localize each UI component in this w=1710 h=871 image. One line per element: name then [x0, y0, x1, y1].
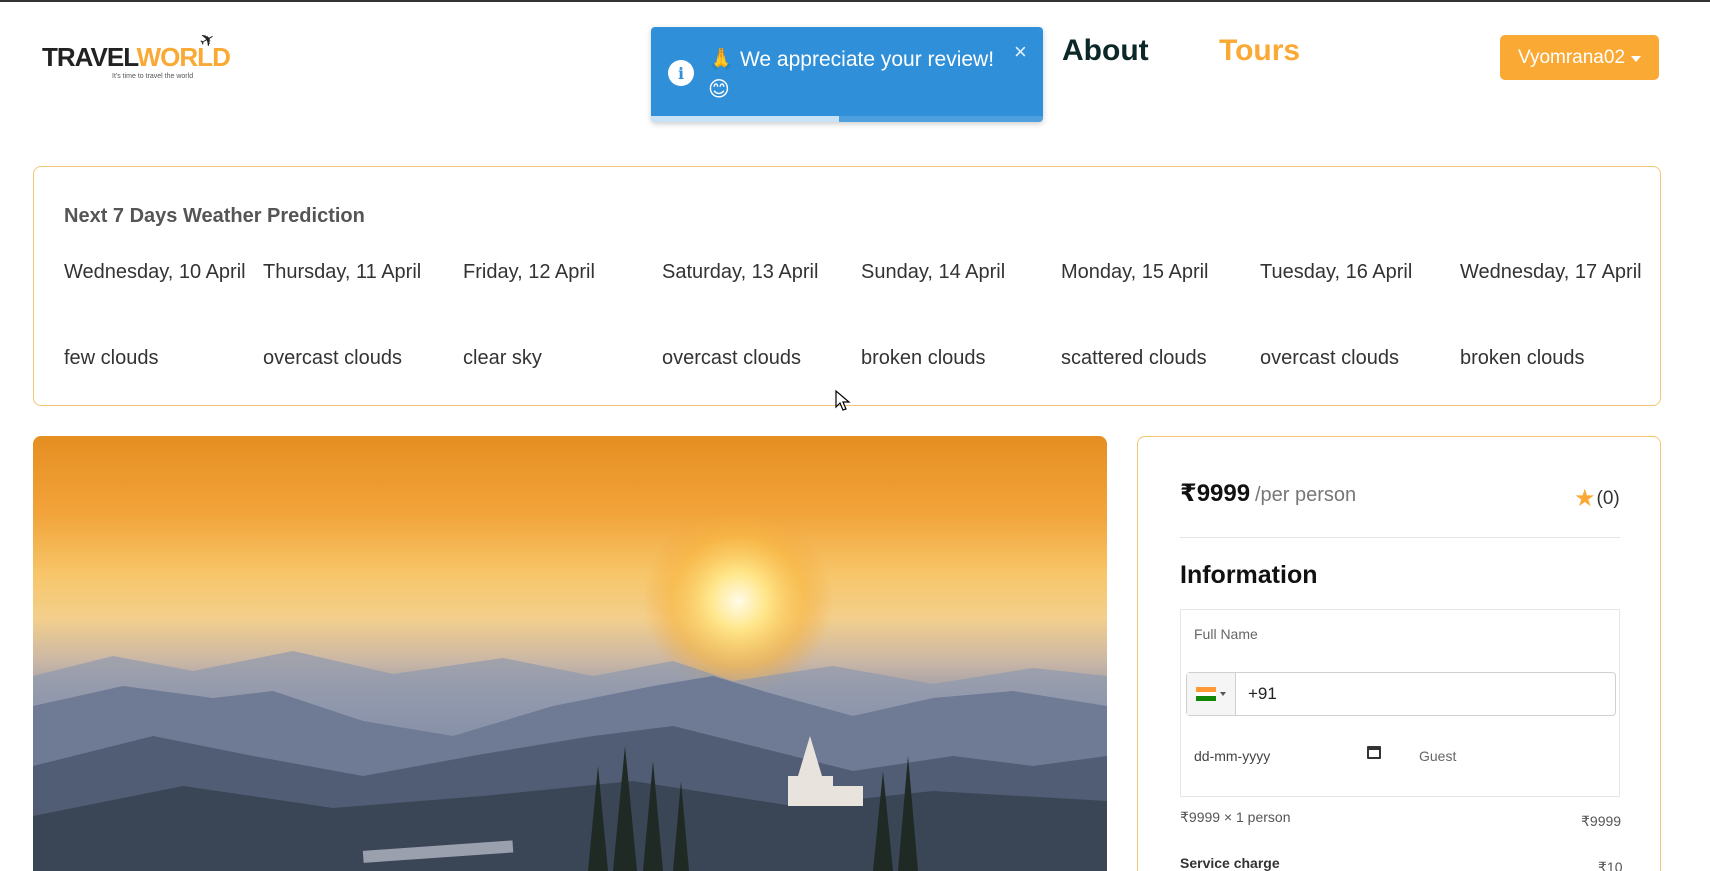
rating: ★ (0) [1574, 484, 1620, 513]
information-heading: Information [1180, 561, 1318, 589]
weather-date: Thursday, 11 April [263, 261, 422, 283]
logo-travel: TRAVEL [42, 42, 138, 72]
weather-title: Next 7 Days Weather Prediction [64, 205, 365, 227]
nav-about[interactable]: About [1062, 34, 1149, 74]
full-name-input[interactable]: Full Name [1194, 626, 1258, 642]
service-charge-label: Service charge [1180, 855, 1280, 871]
date-input[interactable]: dd-mm-yyyy [1194, 748, 1270, 764]
rating-count: (0) [1596, 487, 1620, 509]
weather-desc: broken clouds [861, 347, 986, 369]
weather-date: Saturday, 13 April [662, 261, 819, 283]
phone-input[interactable]: +91 [1186, 672, 1616, 716]
weather-date: Monday, 15 April [1061, 261, 1209, 283]
weather-day: Wednesday, 17 April broken clouds [1460, 257, 1650, 370]
weather-day: Sunday, 14 April broken clouds [861, 257, 1051, 370]
weather-day: Monday, 15 April scattered clouds [1061, 257, 1251, 370]
mouse-cursor-icon [835, 390, 851, 411]
country-selector[interactable] [1187, 673, 1236, 715]
sunset-landscape-illustration [33, 506, 1107, 871]
weather-day: Tuesday, 16 April overcast clouds [1260, 257, 1450, 370]
star-icon: ★ [1574, 485, 1596, 512]
weather-date: Tuesday, 16 April [1260, 261, 1413, 283]
caret-down-icon [1631, 55, 1642, 62]
weather-desc: scattered clouds [1061, 347, 1207, 369]
weather-date: Wednesday, 10 April [64, 261, 246, 283]
weather-day: Thursday, 11 April overcast clouds [263, 257, 453, 370]
user-menu-button[interactable]: Vyomrana02 [1500, 35, 1659, 80]
weather-desc: few clouds [64, 347, 159, 369]
price-value: ₹9999 [1180, 480, 1251, 507]
logo-tagline: It's time to travel the world [112, 73, 194, 80]
user-name: Vyomrana02 [1517, 46, 1626, 68]
price-calculation: ₹9999 × 1 person [1180, 809, 1291, 825]
weather-desc: overcast clouds [662, 347, 801, 369]
phone-code: +91 [1248, 684, 1277, 703]
booking-card: ₹9999 /per person ★ (0) Information Full… [1137, 436, 1661, 871]
weather-day: Wednesday, 10 April few clouds [64, 257, 254, 370]
tour-hero-image [33, 436, 1107, 871]
info-icon: i [668, 60, 694, 86]
weather-day: Saturday, 13 April overcast clouds [662, 257, 852, 370]
weather-desc: broken clouds [1460, 347, 1585, 369]
calendar-icon[interactable] [1367, 746, 1381, 759]
travelworld-logo[interactable]: TRAVELWORLD ✈ It's time to travel the wo… [42, 28, 231, 86]
weather-date: Sunday, 14 April [861, 261, 1006, 283]
close-icon[interactable]: × [1014, 39, 1027, 65]
weather-day: Friday, 12 April clear sky [463, 257, 653, 370]
caret-down-icon [1220, 692, 1226, 696]
weather-desc: clear sky [463, 347, 542, 369]
booking-form: Full Name +91 dd-mm-yyyy Guest [1180, 609, 1620, 797]
india-flag-icon [1196, 687, 1216, 702]
weather-date: Wednesday, 17 April [1460, 261, 1642, 283]
weather-date: Friday, 12 April [463, 261, 595, 283]
divider [1180, 537, 1620, 538]
toast-progress-bar [651, 116, 840, 122]
price-unit: /per person [1255, 484, 1357, 506]
weather-card: Next 7 Days Weather Prediction Wednesday… [33, 166, 1661, 406]
weather-desc: overcast clouds [263, 347, 402, 369]
review-toast[interactable]: i 🙏 We appreciate your review! 😊 × [651, 27, 1043, 122]
nav-tours[interactable]: Tours [1219, 34, 1300, 74]
guest-input[interactable]: Guest [1419, 748, 1456, 764]
window-top-border [0, 0, 1710, 2]
toast-message: 🙏 We appreciate your review! 😊 [708, 48, 995, 101]
price-calculation-total: ₹9999 [1581, 813, 1622, 829]
service-charge-value: ₹10 [1598, 859, 1623, 871]
weather-desc: overcast clouds [1260, 347, 1399, 369]
